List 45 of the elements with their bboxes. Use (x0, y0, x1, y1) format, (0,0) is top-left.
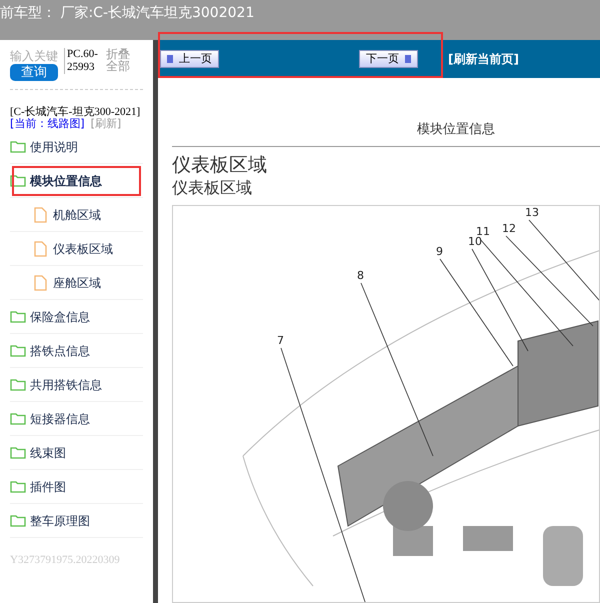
document-icon (34, 206, 47, 222)
document-icon (34, 240, 47, 256)
callout-number: 8 (357, 268, 364, 282)
callout-number: 9 (436, 244, 443, 258)
callout-number: 12 (502, 222, 516, 234)
tree-item[interactable]: 模块位置信息 (10, 164, 143, 198)
folder-icon (10, 140, 26, 153)
tree-item[interactable]: 线束图 (10, 436, 143, 470)
search-button[interactable]: 查询 (10, 64, 58, 81)
folder-icon (10, 310, 26, 323)
tree-item[interactable]: 整车原理图 (10, 504, 143, 538)
steering-column-drawing (383, 480, 433, 530)
tree-item[interactable]: 座舱区域 (10, 266, 143, 300)
refresh-page-link[interactable]: [刷新当前页] (448, 50, 519, 68)
page-title: 仪表板区域 (172, 152, 268, 176)
folder-icon (10, 412, 26, 425)
tree-item[interactable]: 保险盒信息 (10, 300, 143, 334)
callout-number: 13 (525, 206, 539, 218)
folder-icon (10, 378, 26, 391)
folder-icon (10, 344, 26, 357)
document-icon (34, 274, 47, 290)
tree-item[interactable]: 插件图 (10, 470, 143, 504)
callout-number: 7 (277, 334, 284, 346)
tree-item[interactable]: 使用说明 (10, 130, 143, 164)
folder-icon (10, 174, 26, 187)
vehicle-title: 前车型： 厂家:C-长城汽车坦克3002021 (0, 4, 254, 23)
callout-number: 10 (468, 234, 482, 248)
tree-item[interactable]: 机舱区域 (10, 198, 143, 232)
module-drawing (463, 526, 513, 550)
folder-icon (10, 480, 26, 493)
search-field[interactable]: 输入关键 (10, 48, 60, 64)
code-text: PC.60-25993 (64, 48, 102, 74)
folder-icon (10, 514, 26, 527)
previous-page-button[interactable]: 上一页 (160, 50, 219, 68)
callout-number: 11 (476, 224, 490, 238)
tree-item[interactable]: 共用搭铁信息 (10, 368, 143, 402)
page-subtitle: 仪表板区域 (172, 176, 253, 198)
tree-item[interactable]: 搭铁点信息 (10, 334, 143, 368)
tree-item[interactable]: 短接器信息 (10, 402, 143, 436)
folder-icon (10, 446, 26, 459)
next-page-button[interactable]: 下一页 (359, 50, 418, 68)
section-heading: 模块位置信息 (417, 121, 495, 139)
vehicle-name: [C-长城汽车-坦克300-2021] (10, 106, 142, 118)
current-link[interactable]: [当前：线路图] (10, 118, 85, 130)
tree-item[interactable]: 仪表板区域 (10, 232, 143, 266)
